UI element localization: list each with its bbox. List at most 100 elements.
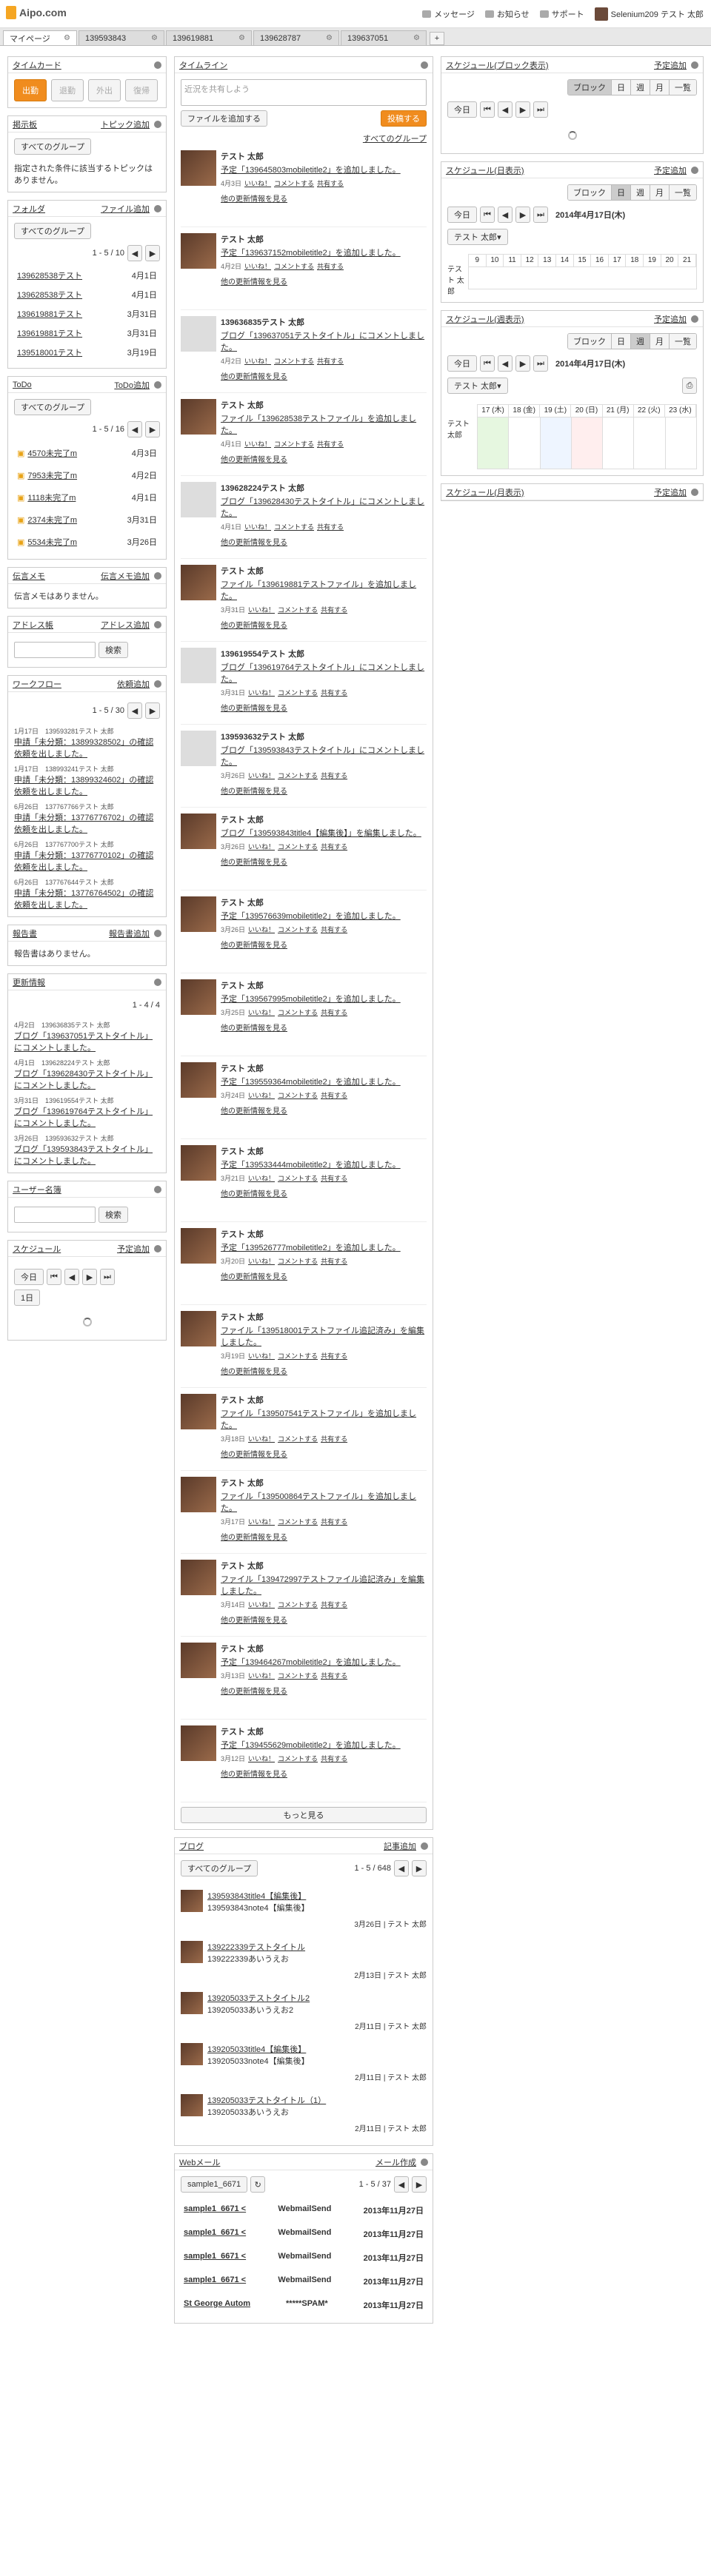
avatar[interactable] [181, 896, 216, 932]
avatar[interactable] [181, 1394, 216, 1429]
comment-link[interactable]: コメントする [278, 1755, 318, 1762]
like-link[interactable]: いいね！ [244, 263, 271, 270]
comment-link[interactable]: コメントする [278, 606, 318, 614]
like-link[interactable]: いいね！ [248, 926, 275, 933]
prev-button[interactable]: ◀ [498, 207, 513, 223]
author-name[interactable]: テスト 太郎 [221, 896, 427, 908]
prev-button[interactable]: ◀ [127, 421, 142, 437]
activity-link[interactable]: 予定「139645803mobiletitle2」を追加しました。 [221, 166, 401, 175]
avatar[interactable] [181, 482, 216, 517]
avatar[interactable] [181, 399, 216, 435]
comment-link[interactable]: コメントする [274, 523, 314, 531]
gear-icon[interactable] [154, 1185, 161, 1193]
prev-button[interactable]: ◀ [64, 1269, 79, 1285]
group-select[interactable]: すべてのグループ [14, 399, 92, 415]
add-schedule-link[interactable]: 予定追加 [654, 313, 687, 325]
group-select[interactable]: すべてのグループ [181, 1860, 258, 1876]
add-schedule-link[interactable]: 予定追加 [654, 486, 687, 498]
avatar[interactable] [181, 979, 216, 1015]
list-item[interactable]: 4月1日 139628224テスト 太郎 ブログ「139628430テストタイトル… [14, 1058, 160, 1091]
author-name[interactable]: テスト 太郎 [221, 1062, 427, 1074]
portlet-title[interactable]: 報告書 [13, 928, 37, 939]
user-select[interactable]: テスト 太郎 ▾ [447, 378, 508, 394]
avatar[interactable] [181, 233, 216, 269]
list-item[interactable]: ▣ 4570未完了m 4月3日 [14, 442, 160, 464]
like-link[interactable]: いいね！ [248, 1518, 275, 1526]
activity-link[interactable]: ブログ「139628430テストタイトル」にコメントしました。 [221, 497, 424, 518]
prev-button[interactable]: ◀ [127, 245, 142, 261]
like-link[interactable]: いいね！ [248, 843, 275, 851]
avatar[interactable] [181, 1311, 216, 1346]
list-item[interactable]: 139619881テスト 3月31日 [14, 323, 160, 343]
share-link[interactable]: 共有する [321, 1755, 347, 1762]
view-switch[interactable]: ブロック日週月一覧 [567, 333, 697, 349]
more-updates-link[interactable]: 他の更新情報を見る [221, 859, 287, 867]
author-name[interactable]: テスト 太郎 [221, 150, 427, 162]
prev-button[interactable]: ◀ [394, 2176, 409, 2193]
view-list[interactable]: 一覧 [670, 334, 696, 349]
view-switch[interactable]: ブロック日週月一覧 [567, 184, 697, 201]
share-link[interactable]: 共有する [317, 358, 344, 365]
comment-link[interactable]: コメントする [278, 1258, 318, 1265]
like-link[interactable]: いいね！ [248, 1352, 275, 1360]
gear-icon[interactable] [154, 380, 161, 389]
list-item[interactable]: ▣ 1118未完了m 4月1日 [14, 486, 160, 509]
comment-link[interactable]: コメントする [278, 1672, 318, 1680]
author-name[interactable]: テスト 太郎 [221, 1477, 427, 1489]
list-item[interactable]: 4月2日 139636835テスト 太郎 ブログ「139637051テストタイトル… [14, 1020, 160, 1053]
more-updates-link[interactable]: 他の更新情報を見る [221, 1688, 287, 1696]
first-button[interactable]: ⏮ [480, 207, 495, 223]
user-menu[interactable]: Selenium209 テスト 太郎 [594, 7, 704, 21]
view-week[interactable]: 週 [631, 80, 650, 95]
prev-button[interactable]: ◀ [394, 1860, 409, 1876]
author-name[interactable]: 139628224テスト 太郎 [221, 482, 427, 494]
nav-notice[interactable]: お知らせ [484, 8, 530, 20]
activity-link[interactable]: 予定「139637152mobiletitle2」を追加しました。 [221, 249, 401, 258]
gear-icon[interactable] [691, 315, 698, 323]
avatar[interactable] [181, 1643, 216, 1678]
today-button[interactable]: 今日 [447, 207, 477, 223]
account-select[interactable]: sample1_6671 [181, 2176, 248, 2193]
like-link[interactable]: いいね！ [248, 1672, 275, 1680]
status-input[interactable]: 近況を共有しよう [181, 79, 427, 106]
portlet-title[interactable]: ブログ [179, 1840, 204, 1852]
gear-icon[interactable] [154, 620, 161, 628]
avatar[interactable] [181, 1560, 216, 1595]
view-day[interactable]: 日 [612, 334, 631, 349]
portlet-title[interactable]: 更新情報 [13, 976, 45, 988]
mail-row[interactable]: sample1_6671 < WebmailSend 2013年11月27日 [181, 2222, 427, 2246]
first-button[interactable]: ⏮ [480, 101, 495, 118]
like-link[interactable]: いいね！ [248, 772, 275, 779]
avatar[interactable] [181, 2043, 203, 2065]
more-updates-link[interactable]: 他の更新情報を見る [221, 1024, 287, 1033]
blog-title-link[interactable]: 139205033テストタイトル（1） [207, 2096, 326, 2105]
more-updates-link[interactable]: 他の更新情報を見る [221, 456, 287, 464]
more-updates-link[interactable]: 他の更新情報を見る [221, 1771, 287, 1779]
nav-message[interactable]: メッセージ [422, 8, 475, 20]
search-button[interactable]: 検索 [99, 642, 128, 658]
share-link[interactable]: 共有する [321, 1435, 347, 1443]
prev-button[interactable]: ◀ [127, 702, 142, 719]
share-link[interactable]: 共有する [321, 606, 347, 614]
like-link[interactable]: いいね！ [248, 1435, 275, 1443]
last-button[interactable]: ⏭ [533, 101, 548, 118]
comment-link[interactable]: コメントする [278, 1009, 318, 1016]
tab-mypage[interactable]: マイページ ⚙ [3, 30, 77, 45]
like-link[interactable]: いいね！ [244, 180, 271, 187]
group-select[interactable]: すべてのグループ [14, 223, 92, 239]
more-updates-link[interactable]: 他の更新情報を見る [221, 1451, 287, 1459]
activity-link[interactable]: ブログ「139593843テストタイトル」にコメントしました。 [221, 746, 424, 767]
mail-from[interactable]: sample1_6671 < [184, 2275, 246, 2287]
gear-icon[interactable] [421, 1842, 428, 1850]
blog-title-link[interactable]: 139205033title4【編集後】 [207, 2045, 306, 2054]
add-request-link[interactable]: 依頼追加 [117, 678, 150, 690]
blog-title-link[interactable]: 139222339テストタイトル [207, 1943, 305, 1952]
avatar[interactable] [181, 1890, 203, 1912]
share-link[interactable]: 共有する [321, 1258, 347, 1265]
add-address-link[interactable]: アドレス追加 [101, 619, 150, 631]
more-updates-link[interactable]: 他の更新情報を見る [221, 942, 287, 950]
view-list[interactable]: 一覧 [670, 80, 696, 95]
portlet-title[interactable]: スケジュール [13, 1243, 61, 1255]
post-button[interactable]: 投稿する [381, 110, 427, 127]
comment-link[interactable]: コメントする [278, 843, 318, 851]
